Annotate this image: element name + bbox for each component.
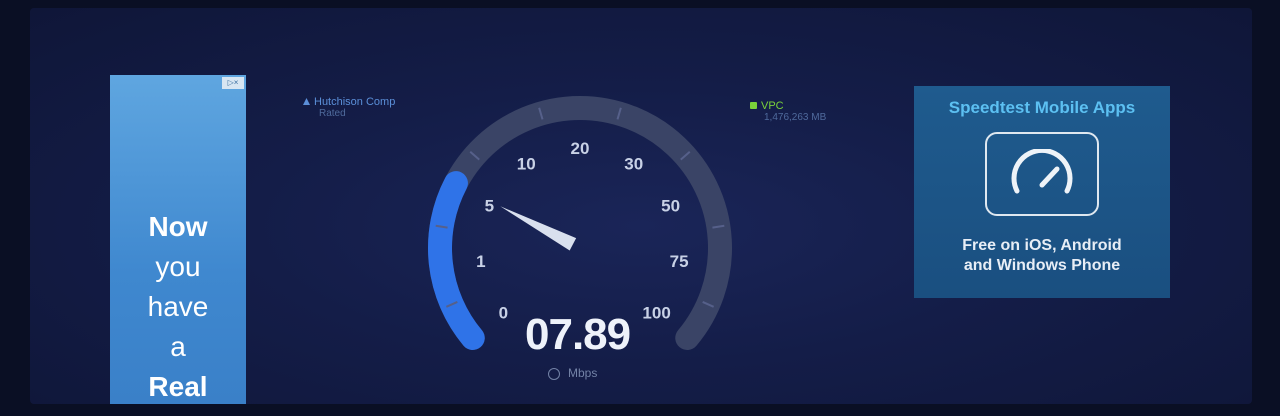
speedtest-screen: ▷× Now you have a Real Hutchison Comp Ra… — [30, 8, 1252, 404]
isp-icon — [303, 98, 310, 105]
gauge-tick-label: 30 — [624, 155, 643, 174]
mobile-apps-title: Speedtest Mobile Apps — [948, 98, 1136, 117]
gauge-needle — [500, 206, 577, 251]
isp-info: Hutchison Comp Rated — [303, 96, 395, 119]
gauge-tick-label: 100 — [642, 303, 670, 322]
mobile-apps-desc-1: Free on iOS, Android — [962, 237, 1122, 254]
gauge-tick-label: 50 — [661, 197, 680, 216]
server-icon — [750, 102, 757, 109]
server-name: VPC — [761, 100, 784, 112]
unit-icon — [548, 368, 560, 380]
ad-line-4: a — [170, 331, 186, 362]
server-detail: 1,476,263 MB — [764, 112, 827, 123]
ad-line-1: Now — [148, 211, 208, 242]
left-ad-banner[interactable]: ▷× Now you have a Real — [110, 75, 246, 404]
ad-choices-icon[interactable]: ▷× — [222, 77, 244, 89]
mobile-apps-desc-2: and Windows Phone — [963, 257, 1121, 274]
speed-unit-label: Mbps — [568, 366, 598, 380]
gauge-tick-label: 75 — [670, 252, 689, 271]
ad-line-5: Real — [148, 371, 208, 402]
isp-name: Hutchison Comp — [314, 96, 396, 108]
gauge-tick-label: 20 — [571, 139, 590, 158]
gauge-tick-label: 10 — [517, 155, 536, 174]
gauge-tick-label: 0 — [499, 303, 508, 322]
speedometer-icon — [985, 132, 1099, 216]
gauge-tick-label: 5 — [485, 197, 494, 216]
isp-rating: Rated — [319, 108, 346, 119]
ad-line-3: have — [147, 291, 209, 322]
gauge-progress — [428, 171, 485, 350]
ad-line-2: you — [155, 251, 201, 282]
gauge-tick-label: 1 — [476, 252, 485, 271]
speed-value: 07.89 — [525, 310, 631, 359]
speed-unit: Mbps — [548, 366, 597, 380]
server-info[interactable]: VPC 1,476,263 MB — [750, 100, 826, 123]
mobile-apps-ad[interactable]: Speedtest Mobile Apps Free on iOS, Andro… — [914, 86, 1170, 298]
